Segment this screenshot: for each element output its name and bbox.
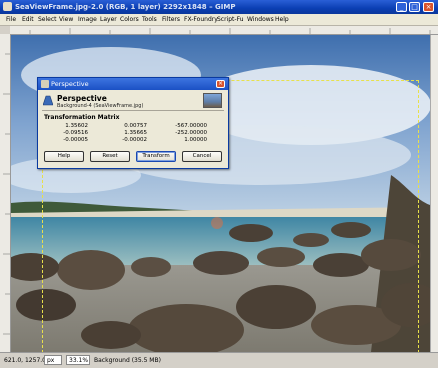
matrix-cell: 1.00000	[184, 137, 207, 143]
dialog-heading: Perspective	[57, 94, 107, 103]
dialog-subheading: Background-4 (SeaViewFrame.jpg)	[57, 103, 144, 109]
window-title: SeaViewFrame.jpg-2.0 (RGB, 1 layer) 2292…	[15, 3, 236, 11]
vertical-scrollbar[interactable]	[430, 35, 438, 352]
menu-filters[interactable]: Filters	[162, 16, 180, 23]
unit-selector[interactable]: px	[44, 355, 62, 365]
dialog-titlebar: Perspective ×	[38, 78, 228, 90]
perspective-icon	[43, 95, 53, 106]
matrix-cell: -0.00005	[63, 137, 88, 143]
matrix-cell: 1.35665	[124, 130, 147, 136]
layer-info: Background (35.5 MB)	[94, 357, 161, 364]
minimize-button[interactable]: _	[396, 2, 407, 12]
menu-tools[interactable]: Tools	[142, 16, 157, 23]
matrix-cell: -252.00000	[175, 130, 207, 136]
menu-fx-foundry[interactable]: FX-Foundry	[184, 16, 218, 23]
dialog-divider	[42, 110, 224, 111]
horizontal-ruler[interactable]	[10, 26, 438, 35]
menu-layer[interactable]: Layer	[100, 16, 117, 23]
dialog-title: Perspective	[51, 80, 89, 88]
menu-help[interactable]: Help	[275, 16, 289, 23]
matrix-cell: 0.00757	[124, 123, 147, 129]
dialog-close-button[interactable]: ×	[216, 80, 225, 88]
matrix-title: Transformation Matrix	[44, 114, 120, 121]
matrix-cell: -0.00002	[122, 137, 147, 143]
transform-center-handle[interactable]	[211, 217, 223, 229]
ruler-ticks	[29, 28, 431, 34]
perspective-dialog: Perspective × Perspective Background-4 (…	[37, 77, 229, 169]
menu-bar: File Edit Select View Image Layer Colors…	[0, 14, 438, 26]
menu-image[interactable]: Image	[78, 16, 97, 23]
menu-script-fu[interactable]: Script-Fu	[217, 16, 244, 23]
menu-windows[interactable]: Windows	[247, 16, 274, 23]
close-button[interactable]: ×	[423, 2, 434, 12]
menu-colors[interactable]: Colors	[120, 16, 139, 23]
help-button[interactable]: Help	[44, 151, 84, 162]
menu-select[interactable]: Select	[38, 16, 57, 23]
matrix-cell: -567.00000	[175, 123, 207, 129]
matrix-cell: -0.09516	[63, 130, 88, 136]
cancel-button[interactable]: Cancel	[182, 151, 222, 162]
reset-button[interactable]: Reset	[90, 151, 130, 162]
zoom-selector[interactable]: 33.1%	[66, 355, 90, 365]
vertical-ruler[interactable]	[0, 34, 11, 352]
menu-view[interactable]: View	[59, 16, 73, 23]
layer-thumbnail	[203, 93, 222, 108]
maximize-button[interactable]: □	[409, 2, 420, 12]
window-titlebar: SeaViewFrame.jpg-2.0 (RGB, 1 layer) 2292…	[0, 0, 438, 14]
ruler-ticks-vertical	[3, 53, 10, 335]
menu-edit[interactable]: Edit	[22, 16, 34, 23]
menu-file[interactable]: File	[6, 16, 16, 23]
matrix-cell: 1.35602	[65, 123, 88, 129]
transform-button[interactable]: Transform	[136, 151, 176, 162]
gimp-app-icon	[3, 2, 12, 11]
perspective-tool-icon	[41, 80, 49, 88]
gimp-image-window: SeaViewFrame.jpg-2.0 (RGB, 1 layer) 2292…	[0, 0, 438, 368]
pointer-coordinates: 621.0, 1257.0	[4, 357, 46, 364]
status-bar: 621.0, 1257.0 px 33.1% Background (35.5 …	[0, 352, 438, 368]
ruler-corner[interactable]	[0, 26, 10, 34]
